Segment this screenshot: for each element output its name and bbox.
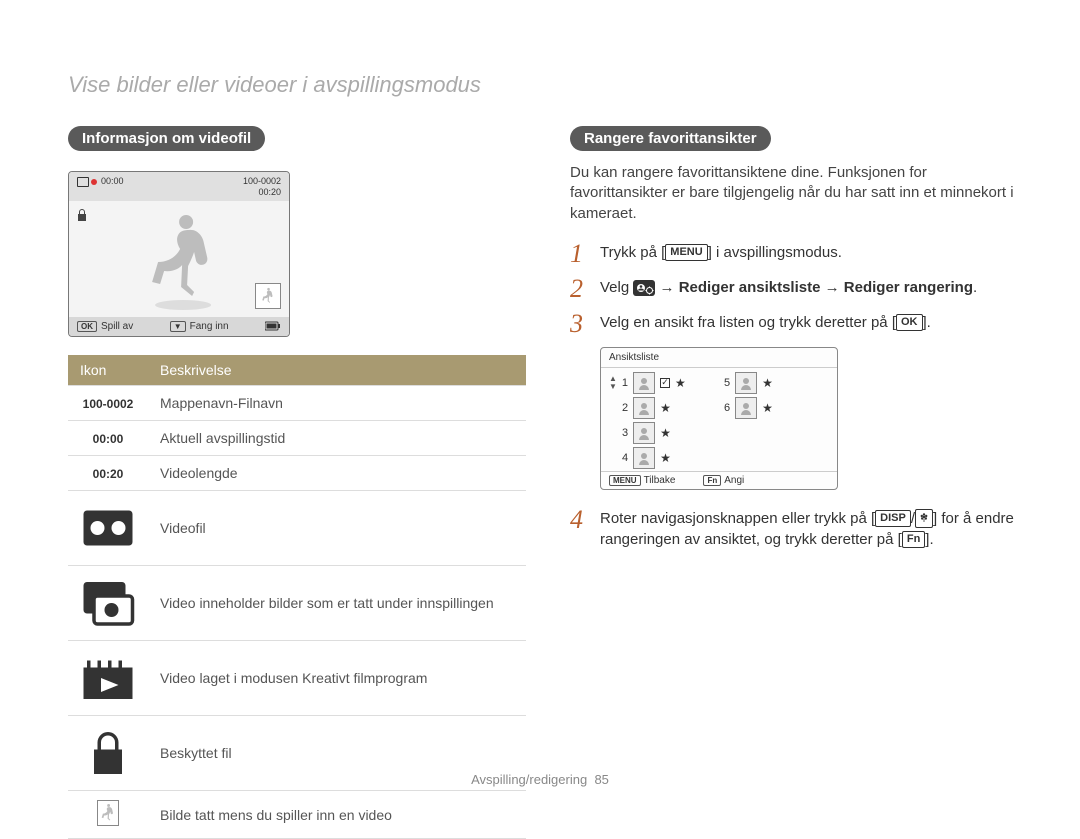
face-thumb (633, 397, 655, 419)
lcd-bottombar: OK Spill av ▼ Fang inn (69, 317, 289, 336)
skater-silhouette-icon (142, 205, 224, 313)
content-columns: Informasjon om videofil 00:00 100-0002 0… (68, 126, 1028, 839)
desc-cell: Videofil (148, 491, 526, 566)
table-row: Video inneholder bilder som er tatt unde… (68, 566, 526, 641)
lock-icon (77, 209, 87, 221)
updown-arrows-icon: ▲▼ (609, 375, 617, 391)
face-list-footer: MENUTilbake FnAngi (601, 471, 837, 489)
skater-thumbnail-icon (97, 800, 119, 826)
steps-list: Trykk på [MENU] i avspillingsmodus. Velg… (570, 242, 1028, 333)
star-icon: ★ (675, 376, 686, 390)
face-item-5: 5 ★ (724, 372, 829, 394)
left-column: Informasjon om videofil 00:00 100-0002 0… (68, 126, 526, 839)
lcd-length-time: 00:20 (258, 187, 281, 197)
step-1: Trykk på [MENU] i avspillingsmodus. (570, 242, 1028, 263)
lcd-preview: 00:00 100-0002 00:20 (68, 171, 290, 337)
table-row: 100-0002 Mappenavn-Filnavn (68, 386, 526, 421)
icon-cell: 00:20 (68, 456, 148, 491)
desc-cell: Mappenavn-Filnavn (148, 386, 526, 421)
desc-cell: Videolengde (148, 456, 526, 491)
face-thumb (633, 447, 655, 469)
table-row: 00:00 Aktuell avspillingstid (68, 421, 526, 456)
table-row: Video laget i modusen Kreativt filmprogr… (68, 641, 526, 716)
face-item-2: 2 ★ (609, 397, 714, 419)
rec-dot-icon (91, 179, 97, 185)
face-item-1: ▲▼ 1 ✓ ★ (609, 372, 714, 394)
battery-icon (265, 321, 281, 332)
fn-button-badge: Fn (902, 531, 925, 548)
menu-button-badge: MENU (665, 244, 707, 261)
face-list-title: Ansiktsliste (601, 348, 837, 368)
section-heading-rank-faces: Rangere favorittansikter (570, 126, 771, 151)
dualcapture-icon (80, 575, 136, 631)
face-item-3: 3 ★ (609, 422, 714, 444)
icon-cell: 00:00 (68, 421, 148, 456)
down-key-icon: ▼ (170, 321, 186, 332)
table-row: 00:20 Videolengde (68, 456, 526, 491)
lcd-topbar: 00:00 100-0002 00:20 (69, 172, 289, 201)
face-thumb (735, 397, 757, 419)
face-thumb (633, 422, 655, 444)
star-icon: ★ (660, 401, 671, 415)
face-thumb (633, 372, 655, 394)
icon-description-table: Ikon Beskrivelse 100-0002 Mappenavn-Filn… (68, 355, 526, 839)
face-item-4: 4 ★ (609, 447, 714, 469)
face-thumb (735, 372, 757, 394)
checkbox-icon: ✓ (660, 378, 670, 388)
icon-cell: 100-0002 (68, 386, 148, 421)
th-icon: Ikon (68, 355, 148, 386)
table-header-row: Ikon Beskrivelse (68, 355, 526, 386)
desc-cell: Video inneholder bilder som er tatt unde… (148, 566, 526, 641)
set-button-label: FnAngi (703, 475, 744, 486)
disp-button-badge: DISP (875, 510, 911, 527)
lcd-current-time: 00:00 (101, 176, 124, 186)
step-3: Velg en ansikt fra listen og trykk deret… (570, 312, 1028, 333)
face-gear-icon (633, 280, 655, 296)
intro-paragraph: Du kan rangere favorittansiktene dine. F… (570, 163, 1028, 224)
icon-cell (68, 641, 148, 716)
section-heading-video-info: Informasjon om videofil (68, 126, 265, 151)
icon-cell (68, 491, 148, 566)
step-2: Velg → Rediger ansiktsliste → Rediger ra… (570, 277, 1028, 298)
star-icon: ★ (660, 426, 671, 440)
page-footer: Avspilling/redigering 85 (0, 772, 1080, 787)
steps-list-cont: Roter navigasjonsknappen eller trykk på … (570, 508, 1028, 550)
face-grid: ▲▼ 1 ✓ ★ 5 ★ 2 ★ 6 (601, 368, 837, 471)
ok-key-icon: OK (77, 321, 97, 332)
lcd-image-area (69, 201, 289, 317)
th-desc: Beskrivelse (148, 355, 526, 386)
star-icon: ★ (762, 401, 773, 415)
back-button-label: MENUTilbake (609, 475, 675, 486)
desc-cell: Aktuell avspillingstid (148, 421, 526, 456)
page-title: Vise bilder eller videoer i avspillingsm… (68, 72, 481, 98)
ok-button-badge: OK (896, 314, 923, 331)
star-icon: ★ (762, 376, 773, 390)
lcd-folder-file: 100-0002 (243, 176, 281, 186)
face-list-panel: Ansiktsliste ▲▼ 1 ✓ ★ 5 ★ 2 (600, 347, 838, 490)
step-4: Roter navigasjonsknappen eller trykk på … (570, 508, 1028, 550)
footer-section: Avspilling/redigering (471, 772, 587, 787)
face-item-6: 6 ★ (724, 397, 829, 419)
table-row: Videofil (68, 491, 526, 566)
desc-cell: Video laget i modusen Kreativt filmprogr… (148, 641, 526, 716)
face-item-empty (724, 422, 829, 444)
lcd-capture-label: ▼ Fang inn (170, 321, 229, 332)
footer-page-number: 85 (594, 772, 608, 787)
icon-cell (68, 566, 148, 641)
right-column: Rangere favorittansikter Du kan rangere … (570, 126, 1028, 839)
macro-flower-icon (915, 509, 933, 528)
lcd-play-label: OK Spill av (77, 321, 133, 332)
creative-movie-icon (80, 650, 136, 706)
videofile-icon (80, 500, 136, 556)
star-icon: ★ (660, 451, 671, 465)
capture-thumbnail-icon (255, 283, 281, 309)
